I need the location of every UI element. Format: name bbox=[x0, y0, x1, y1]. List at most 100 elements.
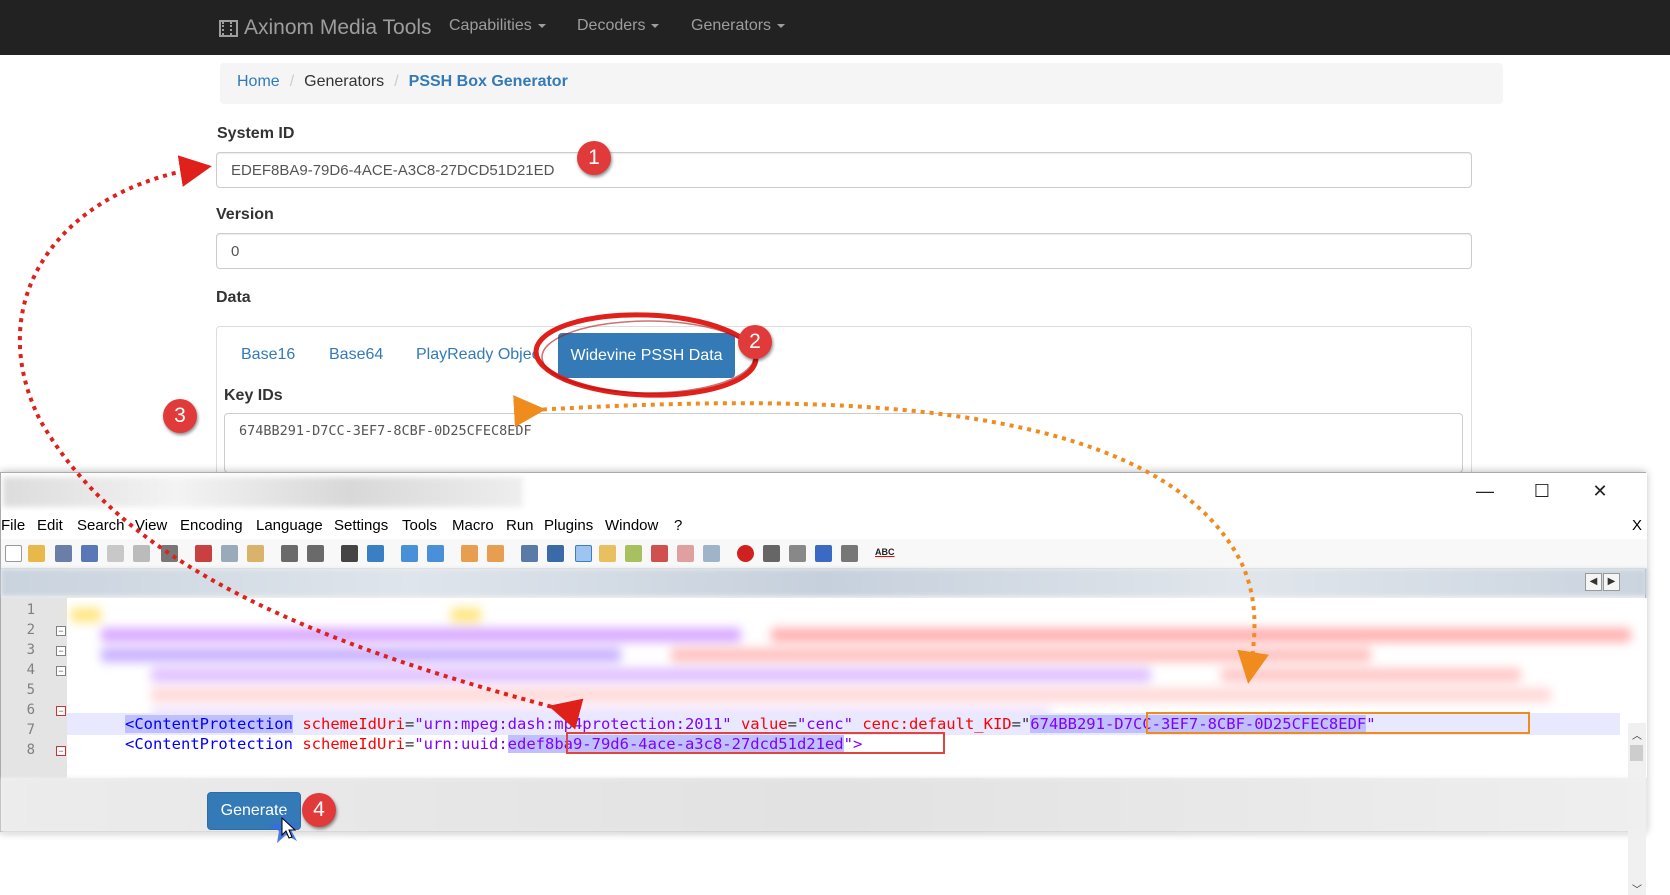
user-language-icon[interactable] bbox=[599, 545, 616, 562]
key-ids-textarea[interactable]: 674BB291-D7CC-3EF7-8CBF-0D25CFEC8EDF bbox=[224, 413, 1463, 473]
brand[interactable]: Axinom Media Tools bbox=[219, 16, 432, 40]
find-icon[interactable] bbox=[341, 545, 358, 562]
spell-check-icon[interactable]: ABC bbox=[875, 547, 895, 557]
nav-capabilities-dropdown[interactable]: Capabilities bbox=[449, 17, 546, 35]
scroll-thumb[interactable] bbox=[1630, 745, 1643, 761]
close-file-icon[interactable] bbox=[107, 545, 124, 562]
menu-macro[interactable]: Macro bbox=[452, 517, 494, 534]
record-macro-icon[interactable] bbox=[737, 545, 754, 562]
tab-scroll-right-icon[interactable]: ▶ bbox=[1603, 573, 1620, 591]
nav-decoders-label: Decoders bbox=[577, 17, 646, 34]
menu-help[interactable]: ? bbox=[674, 517, 682, 534]
save-macro-icon[interactable] bbox=[841, 545, 858, 562]
code-editor[interactable]: 1 2 3 4 5 6 7 8 − − − − − <ContentProtec… bbox=[1, 598, 1647, 895]
scroll-up-icon[interactable]: ︿ bbox=[1632, 727, 1642, 742]
tab-base64[interactable]: Base64 bbox=[329, 346, 383, 364]
menu-tools[interactable]: Tools bbox=[402, 517, 437, 534]
menu-plugins[interactable]: Plugins bbox=[544, 517, 593, 534]
sync-horizontal-icon[interactable] bbox=[487, 545, 504, 562]
toolbar: ABC bbox=[1, 539, 1647, 569]
paste-icon[interactable] bbox=[247, 545, 264, 562]
open-file-icon[interactable] bbox=[28, 545, 45, 562]
xml-tag: <ContentProtection bbox=[125, 715, 293, 733]
line-number: 7 bbox=[26, 722, 35, 738]
zoom-out-icon[interactable] bbox=[427, 545, 444, 562]
breadcrumb-separator: / bbox=[289, 73, 295, 90]
breadcrumb-separator: / bbox=[394, 73, 399, 90]
menu-view[interactable]: View bbox=[135, 517, 167, 534]
replace-icon[interactable] bbox=[367, 545, 384, 562]
breadcrumb-home-link[interactable]: Home bbox=[237, 73, 280, 90]
xml-attribute: schemeIdUri bbox=[302, 715, 405, 733]
word-wrap-icon[interactable] bbox=[521, 545, 538, 562]
menu-run[interactable]: Run bbox=[506, 517, 534, 534]
system-id-label: System ID bbox=[217, 125, 295, 142]
redo-icon[interactable] bbox=[307, 545, 324, 562]
xml-equals: = bbox=[404, 715, 415, 733]
line-number: 2 bbox=[26, 622, 35, 638]
menu-search[interactable]: Search bbox=[77, 517, 125, 534]
breadcrumb-generators-link[interactable]: Generators bbox=[304, 73, 384, 90]
fold-toggle-icon[interactable]: − bbox=[56, 666, 66, 676]
sync-vertical-icon[interactable] bbox=[461, 545, 478, 562]
menu-encoding[interactable]: Encoding bbox=[180, 517, 243, 534]
line-number: 6 bbox=[26, 702, 35, 718]
menubar: File Edit Search View Encoding Language … bbox=[1, 511, 1647, 539]
monitoring-icon[interactable] bbox=[703, 545, 720, 562]
scroll-down-icon[interactable]: ﹀ bbox=[1632, 881, 1642, 895]
indent-guide-icon[interactable] bbox=[575, 545, 592, 562]
tab-playready-object[interactable]: PlayReady Objec bbox=[416, 346, 538, 364]
xml-value: "urn:mpeg:dash:mp4protection:2011" bbox=[414, 715, 732, 733]
stop-macro-icon[interactable] bbox=[763, 545, 780, 562]
breadcrumb-current: PSSH Box Generator bbox=[408, 73, 568, 90]
cut-icon[interactable] bbox=[195, 545, 212, 562]
menu-language[interactable]: Language bbox=[256, 517, 323, 534]
fold-toggle-icon[interactable]: − bbox=[56, 746, 66, 756]
show-all-chars-icon[interactable] bbox=[547, 545, 564, 562]
xml-equals: =" bbox=[1011, 715, 1031, 733]
generate-button[interactable]: Generate bbox=[207, 792, 301, 830]
tab-widevine-pssh-data[interactable]: Widevine PSSH Data bbox=[558, 333, 735, 378]
new-file-icon[interactable] bbox=[5, 545, 22, 562]
zoom-in-icon[interactable] bbox=[401, 545, 418, 562]
tab-base16[interactable]: Base16 bbox=[241, 346, 295, 364]
close-all-icon[interactable] bbox=[133, 545, 150, 562]
navbar: Axinom Media Tools Capabilities Decoders… bbox=[0, 0, 1670, 55]
menu-settings[interactable]: Settings bbox=[334, 517, 388, 534]
folder-workspace-icon[interactable] bbox=[677, 545, 694, 562]
xml-equals: = bbox=[787, 715, 797, 733]
doc-map-icon[interactable] bbox=[625, 545, 642, 562]
window-title-blurred bbox=[3, 477, 523, 507]
function-list-icon[interactable] bbox=[651, 545, 668, 562]
version-input[interactable]: 0 bbox=[216, 233, 1472, 269]
play-macro-icon[interactable] bbox=[789, 545, 806, 562]
xml-value: "urn:uuid: bbox=[414, 735, 508, 753]
film-icon bbox=[219, 19, 238, 37]
step-marker-3: 3 bbox=[163, 399, 197, 433]
save-icon[interactable] bbox=[55, 545, 72, 562]
key-ids-label: Key IDs bbox=[224, 387, 283, 404]
nav-generators-dropdown[interactable]: Generators bbox=[691, 17, 786, 35]
system-id-input[interactable]: EDEF8BA9-79D6-4ACE-A3C8-27DCD51D21ED bbox=[216, 152, 1472, 188]
window-titlebar: — ☐ ✕ bbox=[1, 473, 1647, 511]
run-macro-multiple-icon[interactable] bbox=[815, 545, 832, 562]
menu-edit[interactable]: Edit bbox=[37, 517, 63, 534]
minimize-icon[interactable]: — bbox=[1473, 481, 1497, 502]
caret-down-icon bbox=[651, 23, 660, 28]
xml-equals: = bbox=[404, 735, 415, 753]
save-all-icon[interactable] bbox=[81, 545, 98, 562]
print-icon[interactable] bbox=[161, 545, 178, 562]
copy-icon[interactable] bbox=[221, 545, 238, 562]
fold-toggle-icon[interactable]: − bbox=[56, 626, 66, 636]
tab-scroll-left-icon[interactable]: ◀ bbox=[1585, 573, 1602, 591]
fold-toggle-icon[interactable]: − bbox=[56, 706, 66, 716]
nav-decoders-dropdown[interactable]: Decoders bbox=[577, 17, 660, 35]
document-tabs-blurred bbox=[1, 569, 1647, 596]
maximize-icon[interactable]: ☐ bbox=[1530, 481, 1554, 502]
undo-icon[interactable] bbox=[281, 545, 298, 562]
menu-file[interactable]: File bbox=[1, 517, 25, 534]
menu-close-document[interactable]: X bbox=[1632, 517, 1642, 534]
fold-toggle-icon[interactable]: − bbox=[56, 646, 66, 656]
menu-window[interactable]: Window bbox=[605, 517, 658, 534]
close-icon[interactable]: ✕ bbox=[1588, 481, 1612, 502]
